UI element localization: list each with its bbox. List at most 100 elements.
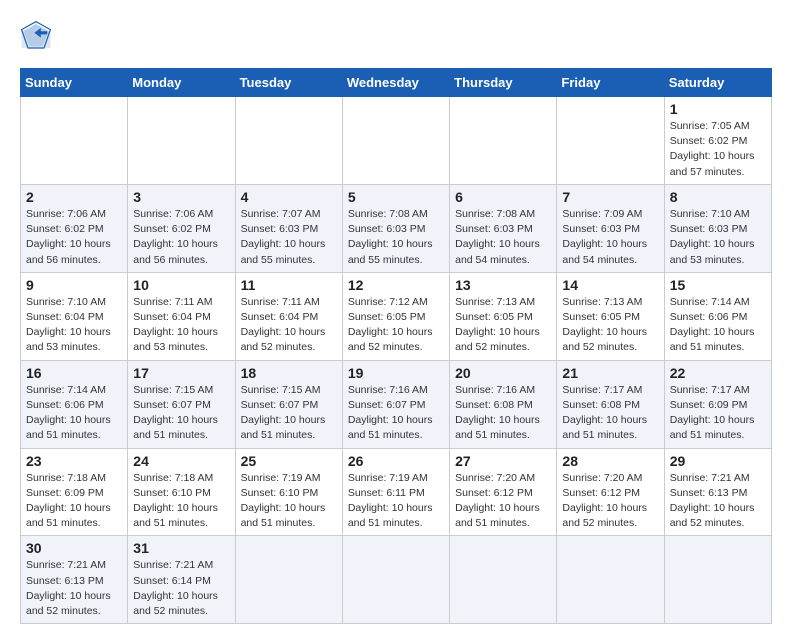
day-number: 19 <box>348 365 444 381</box>
day-number: 4 <box>241 189 337 205</box>
calendar-cell: 13 Sunrise: 7:13 AMSunset: 6:05 PMDayligh… <box>450 272 557 360</box>
day-number: 24 <box>133 453 229 469</box>
calendar-week-3: 16Sunrise: 7:14 AMSunset: 6:06 PMDayligh… <box>21 360 772 448</box>
calendar-cell: 21 Sunrise: 7:17 AMSunset: 6:08 PMDayligh… <box>557 360 664 448</box>
day-number: 29 <box>670 453 766 469</box>
cell-info: Sunrise: 7:21 AMSunset: 6:14 PMDaylight:… <box>133 558 229 619</box>
calendar-header-row: SundayMondayTuesdayWednesdayThursdayFrid… <box>21 69 772 97</box>
calendar-cell: 6Sunrise: 7:08 AMSunset: 6:03 PMDaylight… <box>450 184 557 272</box>
day-number: 11 <box>241 277 337 293</box>
calendar-cell: 15 Sunrise: 7:14 AMSunset: 6:06 PMDayligh… <box>664 272 771 360</box>
cell-info: Sunrise: 7:17 AMSunset: 6:09 PMDaylight:… <box>670 383 766 444</box>
calendar-cell: 14 Sunrise: 7:13 AMSunset: 6:05 PMDayligh… <box>557 272 664 360</box>
calendar-cell <box>557 536 664 624</box>
cell-info: Sunrise: 7:21 AMSunset: 6:13 PMDaylight:… <box>26 558 122 619</box>
calendar-cell <box>235 97 342 185</box>
calendar-cell: 23Sunrise: 7:18 AMSunset: 6:09 PMDayligh… <box>21 448 128 536</box>
calendar-cell: 30Sunrise: 7:21 AMSunset: 6:13 PMDayligh… <box>21 536 128 624</box>
cell-info: Sunrise: 7:15 AMSunset: 6:07 PMDaylight:… <box>133 383 229 444</box>
cell-info: Sunrise: 7:18 AMSunset: 6:10 PMDaylight:… <box>133 471 229 532</box>
day-number: 20 <box>455 365 551 381</box>
calendar-cell: 10 Sunrise: 7:11 AMSunset: 6:04 PMDayligh… <box>128 272 235 360</box>
cell-info: Sunrise: 7:13 AMSunset: 6:05 PMDaylight:… <box>455 295 551 356</box>
day-number: 31 <box>133 540 229 556</box>
calendar-cell <box>664 536 771 624</box>
cell-info: Sunrise: 7:20 AMSunset: 6:12 PMDaylight:… <box>562 471 658 532</box>
day-number: 13 <box>455 277 551 293</box>
day-number: 10 <box>133 277 229 293</box>
cell-info: Sunrise: 7:11 AMSunset: 6:04 PMDaylight:… <box>241 295 337 356</box>
calendar-cell <box>450 97 557 185</box>
calendar-cell: 12 Sunrise: 7:12 AMSunset: 6:05 PMDayligh… <box>342 272 449 360</box>
calendar-cell <box>557 97 664 185</box>
calendar-cell: 25 Sunrise: 7:19 AMSunset: 6:10 PMDayligh… <box>235 448 342 536</box>
cell-info: Sunrise: 7:05 AMSunset: 6:02 PMDaylight:… <box>670 119 766 180</box>
cell-info: Sunrise: 7:17 AMSunset: 6:08 PMDaylight:… <box>562 383 658 444</box>
day-number: 5 <box>348 189 444 205</box>
calendar-header-saturday: Saturday <box>664 69 771 97</box>
calendar-header-tuesday: Tuesday <box>235 69 342 97</box>
calendar-cell: 26Sunrise: 7:19 AMSunset: 6:11 PMDayligh… <box>342 448 449 536</box>
day-number: 17 <box>133 365 229 381</box>
day-number: 28 <box>562 453 658 469</box>
calendar-cell: 2 Sunrise: 7:06 AMSunset: 6:02 PMDaylight… <box>21 184 128 272</box>
day-number: 25 <box>241 453 337 469</box>
day-number: 12 <box>348 277 444 293</box>
calendar-cell: 24 Sunrise: 7:18 AMSunset: 6:10 PMDayligh… <box>128 448 235 536</box>
day-number: 27 <box>455 453 551 469</box>
calendar-cell: 29Sunrise: 7:21 AMSunset: 6:13 PMDayligh… <box>664 448 771 536</box>
calendar-cell: 9Sunrise: 7:10 AMSunset: 6:04 PMDaylight… <box>21 272 128 360</box>
cell-info: Sunrise: 7:15 AMSunset: 6:07 PMDaylight:… <box>241 383 337 444</box>
calendar-cell: 27 Sunrise: 7:20 AMSunset: 6:12 PMDayligh… <box>450 448 557 536</box>
cell-info: Sunrise: 7:12 AMSunset: 6:05 PMDaylight:… <box>348 295 444 356</box>
cell-info: Sunrise: 7:13 AMSunset: 6:05 PMDaylight:… <box>562 295 658 356</box>
day-number: 21 <box>562 365 658 381</box>
cell-info: Sunrise: 7:06 AMSunset: 6:02 PMDaylight:… <box>133 207 229 268</box>
calendar-cell: 7 Sunrise: 7:09 AMSunset: 6:03 PMDaylight… <box>557 184 664 272</box>
calendar-header-monday: Monday <box>128 69 235 97</box>
calendar-cell: 4 Sunrise: 7:07 AMSunset: 6:03 PMDaylight… <box>235 184 342 272</box>
cell-info: Sunrise: 7:19 AMSunset: 6:11 PMDaylight:… <box>348 471 444 532</box>
calendar-cell: 8 Sunrise: 7:10 AMSunset: 6:03 PMDaylight… <box>664 184 771 272</box>
day-number: 7 <box>562 189 658 205</box>
page-header <box>20 20 772 52</box>
cell-info: Sunrise: 7:10 AMSunset: 6:03 PMDaylight:… <box>670 207 766 268</box>
day-number: 14 <box>562 277 658 293</box>
calendar-cell: 18 Sunrise: 7:15 AMSunset: 6:07 PMDayligh… <box>235 360 342 448</box>
calendar-cell <box>21 97 128 185</box>
day-number: 3 <box>133 189 229 205</box>
calendar-cell <box>128 97 235 185</box>
day-number: 8 <box>670 189 766 205</box>
day-number: 15 <box>670 277 766 293</box>
day-number: 9 <box>26 277 122 293</box>
calendar-week-2: 9Sunrise: 7:10 AMSunset: 6:04 PMDaylight… <box>21 272 772 360</box>
cell-info: Sunrise: 7:08 AMSunset: 6:03 PMDaylight:… <box>348 207 444 268</box>
day-number: 1 <box>670 101 766 117</box>
calendar-cell: 19Sunrise: 7:16 AMSunset: 6:07 PMDayligh… <box>342 360 449 448</box>
calendar-header-friday: Friday <box>557 69 664 97</box>
cell-info: Sunrise: 7:19 AMSunset: 6:10 PMDaylight:… <box>241 471 337 532</box>
calendar-table: SundayMondayTuesdayWednesdayThursdayFrid… <box>20 68 772 624</box>
calendar-cell: 3 Sunrise: 7:06 AMSunset: 6:02 PMDaylight… <box>128 184 235 272</box>
calendar-cell: 1 Sunrise: 7:05 AMSunset: 6:02 PMDaylight… <box>664 97 771 185</box>
cell-info: Sunrise: 7:14 AMSunset: 6:06 PMDaylight:… <box>26 383 122 444</box>
day-number: 23 <box>26 453 122 469</box>
logo <box>20 20 56 52</box>
cell-info: Sunrise: 7:20 AMSunset: 6:12 PMDaylight:… <box>455 471 551 532</box>
calendar-cell: 16Sunrise: 7:14 AMSunset: 6:06 PMDayligh… <box>21 360 128 448</box>
cell-info: Sunrise: 7:09 AMSunset: 6:03 PMDaylight:… <box>562 207 658 268</box>
cell-info: Sunrise: 7:06 AMSunset: 6:02 PMDaylight:… <box>26 207 122 268</box>
cell-info: Sunrise: 7:08 AMSunset: 6:03 PMDaylight:… <box>455 207 551 268</box>
calendar-cell: 17 Sunrise: 7:15 AMSunset: 6:07 PMDayligh… <box>128 360 235 448</box>
calendar-header-sunday: Sunday <box>21 69 128 97</box>
cell-info: Sunrise: 7:07 AMSunset: 6:03 PMDaylight:… <box>241 207 337 268</box>
calendar-cell: 5 Sunrise: 7:08 AMSunset: 6:03 PMDaylight… <box>342 184 449 272</box>
cell-info: Sunrise: 7:14 AMSunset: 6:06 PMDaylight:… <box>670 295 766 356</box>
calendar-cell: 22Sunrise: 7:17 AMSunset: 6:09 PMDayligh… <box>664 360 771 448</box>
calendar-cell <box>342 536 449 624</box>
calendar-cell <box>235 536 342 624</box>
cell-info: Sunrise: 7:11 AMSunset: 6:04 PMDaylight:… <box>133 295 229 356</box>
day-number: 2 <box>26 189 122 205</box>
calendar-cell <box>450 536 557 624</box>
day-number: 18 <box>241 365 337 381</box>
